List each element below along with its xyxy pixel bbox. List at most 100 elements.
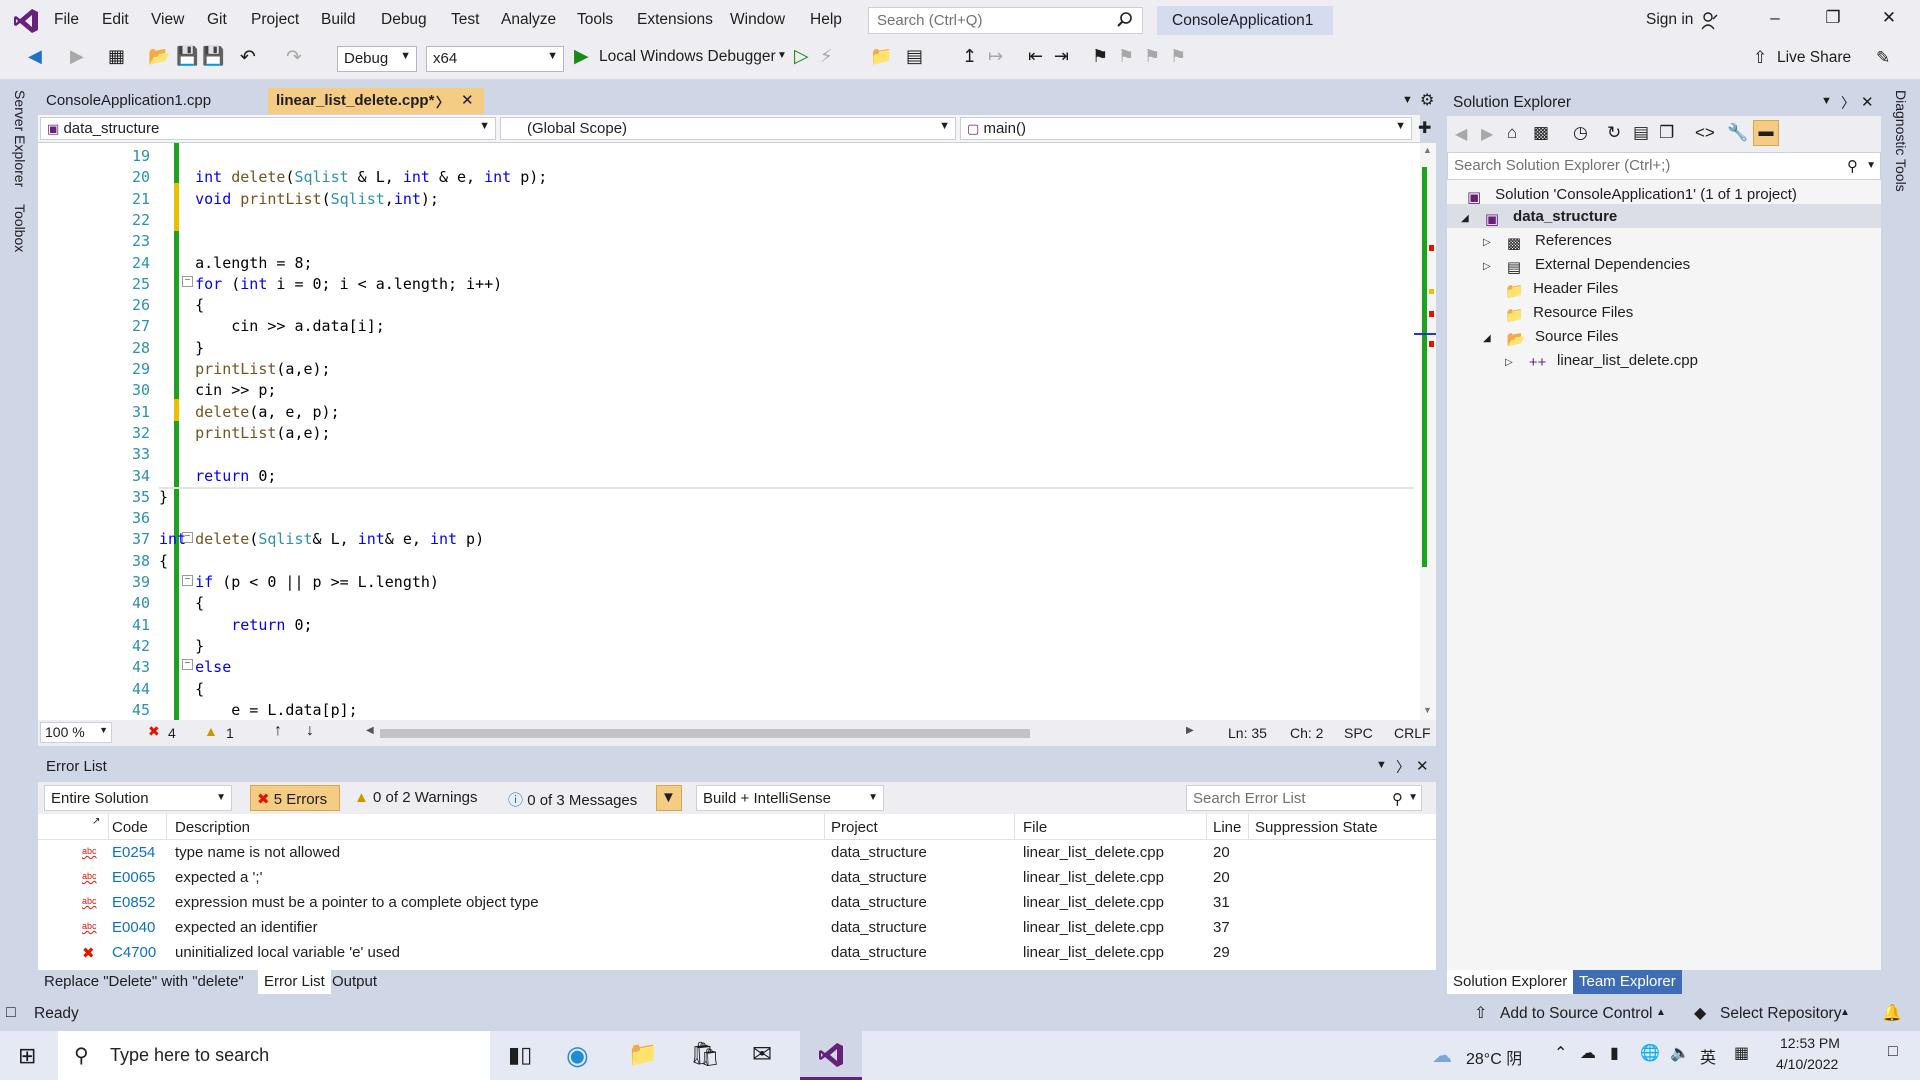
tab-solution-explorer[interactable]: Solution Explorer bbox=[1447, 970, 1574, 994]
step-icon[interactable]: ↥ bbox=[962, 46, 984, 68]
error-row[interactable]: abc E0040 expected an identifier data_struc… bbox=[38, 915, 1436, 940]
notifications-bell-icon[interactable]: 🔔 bbox=[1882, 1003, 1902, 1023]
pin-icon[interactable]: 〉 bbox=[436, 92, 449, 111]
sync-icon[interactable]: ↻ bbox=[1607, 123, 1621, 143]
server-explorer-tab[interactable]: Server Explorer bbox=[12, 90, 28, 187]
window-layout-icon[interactable]: ▤ bbox=[906, 46, 928, 68]
onedrive-cloud-icon[interactable]: ☁ bbox=[1580, 1043, 1596, 1063]
platform-select[interactable]: x64 ▼ bbox=[426, 46, 564, 72]
collapsed-triangle-icon[interactable]: ▷ bbox=[1505, 357, 1513, 368]
properties-wrench-icon[interactable]: 🔧 bbox=[1727, 123, 1748, 143]
scroll-left-icon[interactable]: ◀ bbox=[366, 725, 374, 736]
panel-menu-icon[interactable]: ▼ bbox=[1821, 95, 1832, 107]
task-view-icon[interactable]: ▮▯ bbox=[508, 1042, 532, 1068]
code-line[interactable]: return 0; bbox=[159, 467, 276, 485]
settings-gear-icon[interactable]: ⚙ bbox=[1420, 90, 1434, 110]
code-line[interactable]: { bbox=[159, 680, 204, 698]
volume-icon[interactable]: 🔈 bbox=[1670, 1043, 1690, 1063]
menu-window[interactable]: Window bbox=[730, 11, 785, 29]
diagnostic-tools-tab[interactable]: Diagnostic Tools bbox=[1893, 90, 1909, 192]
collapsed-triangle-icon[interactable]: ▷ bbox=[1483, 261, 1491, 272]
build-filter-select[interactable]: Build + IntelliSense ▼ bbox=[696, 785, 884, 811]
column-description[interactable]: Description bbox=[175, 819, 250, 836]
menu-debug[interactable]: Debug bbox=[381, 11, 427, 29]
indent-icon[interactable]: ⇥ bbox=[1054, 46, 1076, 68]
notification-center-icon[interactable]: □ bbox=[1888, 1043, 1898, 1061]
code-line[interactable]: } bbox=[159, 637, 204, 655]
file-explorer-icon[interactable]: 📁 bbox=[628, 1040, 658, 1069]
errors-filter-button[interactable]: ✖ 5 Errors bbox=[250, 785, 340, 811]
chevron-down-icon[interactable]: ▼ bbox=[777, 50, 787, 61]
code-line[interactable]: } bbox=[159, 488, 168, 506]
add-to-source-control-button[interactable]: Add to Source Control bbox=[1500, 1005, 1653, 1023]
tree-source-files-node[interactable]: ◢ 📂 Source Files bbox=[1483, 328, 1618, 348]
scope-nav-select[interactable]: (Global Scope) ▼ bbox=[500, 117, 956, 140]
back-icon[interactable]: ◀ bbox=[1455, 124, 1467, 144]
live-share-icon[interactable]: ⇧ bbox=[1753, 48, 1767, 68]
menu-git[interactable]: Git bbox=[207, 11, 227, 29]
mail-icon[interactable]: ✉ bbox=[752, 1040, 772, 1069]
code-line[interactable]: for (int i = 0; i < a.length; i++) bbox=[159, 275, 502, 293]
menu-extensions[interactable]: Extensions bbox=[637, 11, 713, 29]
menu-view[interactable]: View bbox=[151, 11, 184, 29]
undo-icon[interactable]: ↶ bbox=[240, 46, 262, 68]
notification-output-icon[interactable]: □ bbox=[6, 1004, 16, 1022]
select-repository-button[interactable]: Select Repository bbox=[1720, 1005, 1841, 1023]
visual-studio-logo-icon[interactable] bbox=[12, 7, 40, 35]
redo-icon[interactable]: ↷ bbox=[286, 46, 308, 68]
error-code[interactable]: E0040 bbox=[112, 919, 155, 936]
menu-test[interactable]: Test bbox=[451, 11, 479, 29]
code-line[interactable]: cin >> p; bbox=[159, 381, 276, 399]
minimize-button[interactable]: – bbox=[1760, 8, 1790, 34]
horizontal-scroll-thumb[interactable] bbox=[380, 729, 1030, 738]
forward-icon[interactable]: ▶ bbox=[1481, 124, 1493, 144]
edge-browser-icon[interactable]: ◉ bbox=[566, 1040, 589, 1071]
error-code[interactable]: E0852 bbox=[112, 894, 155, 911]
store-icon[interactable]: 🛍 bbox=[690, 1040, 720, 1069]
ime-indicator[interactable]: 英 bbox=[1700, 1044, 1716, 1068]
column-project[interactable]: Project bbox=[831, 819, 878, 836]
code-line[interactable]: printList(a,e); bbox=[159, 424, 330, 442]
tab-team-explorer[interactable]: Team Explorer bbox=[1573, 970, 1682, 994]
outdent-icon[interactable]: ⇤ bbox=[1028, 46, 1050, 68]
code-line[interactable]: } bbox=[159, 339, 204, 357]
tree-cpp-file-node[interactable]: ▷ ++ linear_list_delete.cpp bbox=[1505, 352, 1698, 371]
pending-changes-icon[interactable]: ◷ bbox=[1573, 123, 1588, 143]
collapse-all-icon[interactable]: ▤ bbox=[1633, 123, 1649, 143]
tab-find-replace[interactable]: Replace "Delete" with "delete" bbox=[38, 970, 250, 994]
code-editor[interactable]: − − − − 19 20 int delete(Sqlist & L, int … bbox=[38, 143, 1420, 720]
code-line[interactable]: { bbox=[159, 552, 168, 570]
error-code[interactable]: E0254 bbox=[112, 844, 155, 861]
next-issue-icon[interactable]: ↓ bbox=[306, 722, 314, 740]
collapsed-triangle-icon[interactable]: ▷ bbox=[1483, 237, 1491, 248]
browse-folder-icon[interactable]: 📁 bbox=[870, 46, 892, 68]
home-icon[interactable]: ⌂ bbox=[1507, 123, 1517, 143]
start-debugger-button[interactable]: Local Windows Debugger bbox=[599, 48, 776, 66]
admin-feedback-icon[interactable]: ✎ bbox=[1876, 48, 1890, 68]
line-indicator[interactable]: Ln: 35 bbox=[1228, 725, 1267, 741]
tree-solution-node[interactable]: ▣ Solution 'ConsoleApplication1' (1 of 1… bbox=[1467, 186, 1797, 206]
menu-edit[interactable]: Edit bbox=[102, 11, 129, 29]
back-nav-icon[interactable]: ◀ bbox=[28, 46, 50, 68]
error-row[interactable]: abc E0065 expected a ';' data_structure line… bbox=[38, 865, 1436, 890]
error-search-input[interactable]: Search Error List ⚲ ▼ bbox=[1186, 785, 1422, 811]
visual-studio-taskbar-button[interactable] bbox=[800, 1031, 862, 1080]
whitespace-indicator[interactable]: SPC bbox=[1344, 725, 1373, 741]
new-project-icon[interactable]: ▦ bbox=[108, 46, 130, 68]
close-tab-icon[interactable]: ✕ bbox=[461, 91, 474, 109]
column-code[interactable]: Code bbox=[112, 819, 148, 836]
code-line[interactable]: int delete(Sqlist & L, int & e, int p); bbox=[159, 168, 547, 186]
editor-vertical-scrollbar[interactable]: ▲ ▼ bbox=[1414, 143, 1436, 720]
view-code-icon[interactable]: <> bbox=[1695, 123, 1715, 143]
start-debug-icon[interactable]: ▶ bbox=[574, 45, 596, 67]
code-line[interactable]: a.length = 8; bbox=[159, 254, 312, 272]
tree-external-deps-node[interactable]: ▷ ▤ External Dependencies bbox=[1483, 256, 1690, 276]
search-input[interactable]: Search (Ctrl+Q) bbox=[868, 7, 1143, 34]
show-all-files-icon[interactable]: ❐ bbox=[1659, 123, 1674, 143]
save-icon[interactable]: 💾 bbox=[176, 46, 198, 68]
forward-nav-icon[interactable]: ▶ bbox=[70, 46, 92, 68]
next-bookmark-icon[interactable]: ⚑ bbox=[1144, 46, 1166, 68]
code-line[interactable]: int delete(Sqlist& L, int& e, int p) bbox=[159, 530, 484, 548]
error-count[interactable]: 4 bbox=[168, 725, 176, 741]
prev-bookmark-icon[interactable]: ⚑ bbox=[1118, 46, 1140, 68]
